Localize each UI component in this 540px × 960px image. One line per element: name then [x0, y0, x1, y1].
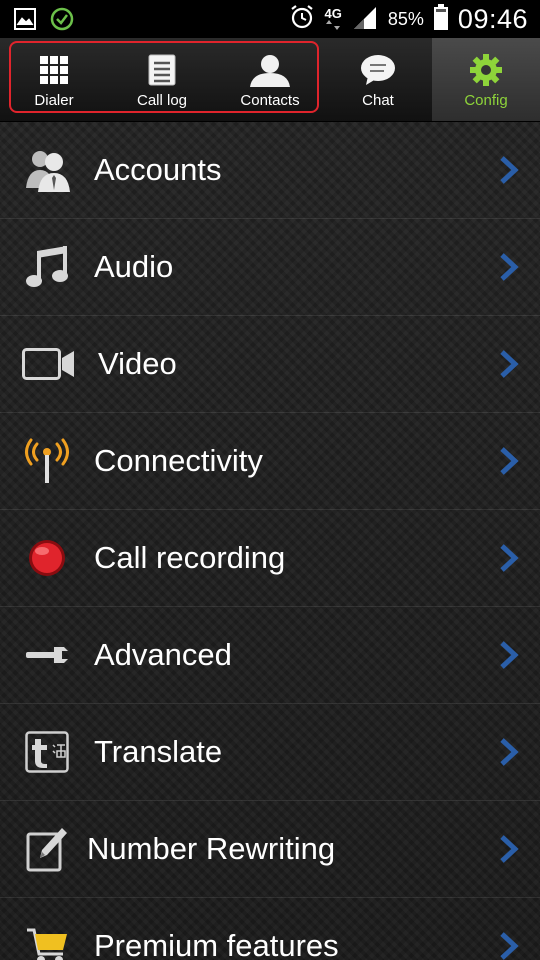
tab-label: Call log — [136, 92, 188, 109]
chevron-right-icon — [500, 932, 519, 960]
record-icon — [20, 531, 74, 585]
chevron-right-icon — [500, 835, 519, 863]
video-camera-icon — [20, 337, 78, 391]
tab-label: Contacts — [240, 92, 300, 109]
translate-icon — [20, 725, 74, 779]
tab-chat[interactable]: Chat — [324, 38, 432, 121]
data-arrows-icon — [326, 20, 341, 30]
keypad-icon — [39, 52, 69, 88]
tab-call-log[interactable]: Call log — [108, 38, 216, 121]
settings-item-label: Number Rewriting — [87, 831, 336, 866]
battery-percentage: 85% — [387, 8, 424, 29]
settings-item-label: Audio — [94, 249, 174, 284]
accounts-icon — [20, 143, 74, 197]
settings-item-label: Connectivity — [94, 443, 263, 478]
battery-icon — [433, 3, 448, 35]
clock: 09:46 — [457, 3, 528, 34]
chevron-right-icon — [500, 544, 519, 572]
gallery-icon — [14, 8, 36, 35]
tab-bar: Dialer Call log Contacts Chat Config — [0, 38, 540, 122]
settings-item-accounts[interactable]: Accounts — [0, 122, 540, 219]
settings-item-video[interactable]: Video — [0, 316, 540, 413]
alarm-icon — [289, 4, 315, 35]
tab-label: Dialer — [34, 92, 74, 109]
settings-item-audio[interactable]: Audio — [0, 219, 540, 316]
chat-bubble-icon — [360, 52, 396, 88]
edit-icon — [20, 822, 74, 876]
tab-label: Config — [464, 92, 508, 109]
settings-item-premium-features[interactable]: Premium features — [0, 898, 540, 960]
gear-icon — [469, 52, 503, 88]
contact-icon — [248, 52, 292, 88]
app-screen: 4G 85% 09:46 Dialer Call log Contacts Ch… — [0, 0, 540, 960]
call-log-icon — [148, 52, 176, 88]
tab-dialer[interactable]: Dialer — [0, 38, 108, 121]
cart-icon — [20, 919, 74, 960]
wrench-icon — [20, 628, 74, 682]
settings-item-label: Premium features — [94, 928, 339, 960]
network-label: 4G — [324, 6, 342, 21]
tab-config[interactable]: Config — [432, 38, 540, 121]
chevron-right-icon — [500, 253, 519, 281]
chevron-right-icon — [500, 447, 519, 475]
tab-contacts[interactable]: Contacts — [216, 38, 324, 121]
settings-item-label: Advanced — [94, 637, 232, 672]
signal-icon — [352, 5, 378, 34]
settings-item-label: Video — [98, 346, 177, 381]
chevron-right-icon — [500, 738, 519, 766]
settings-item-number-rewriting[interactable]: Number Rewriting — [0, 801, 540, 898]
settings-item-label: Accounts — [94, 152, 222, 187]
network-type: 4G — [324, 6, 342, 30]
settings-item-call-recording[interactable]: Call recording — [0, 510, 540, 607]
music-note-icon — [20, 240, 74, 294]
chevron-right-icon — [500, 350, 519, 378]
settings-item-connectivity[interactable]: Connectivity — [0, 413, 540, 510]
antenna-icon — [20, 434, 74, 488]
check-circle-icon — [50, 7, 74, 36]
settings-item-label: Call recording — [94, 540, 286, 575]
status-bar: 4G 85% 09:46 — [0, 0, 540, 38]
settings-item-advanced[interactable]: Advanced — [0, 607, 540, 704]
settings-list: Accounts Audio Video Connectivity Call r… — [0, 122, 540, 960]
chevron-right-icon — [500, 156, 519, 184]
settings-item-translate[interactable]: Translate — [0, 704, 540, 801]
chevron-right-icon — [500, 641, 519, 669]
settings-item-label: Translate — [94, 734, 223, 769]
tab-label: Chat — [362, 92, 394, 109]
